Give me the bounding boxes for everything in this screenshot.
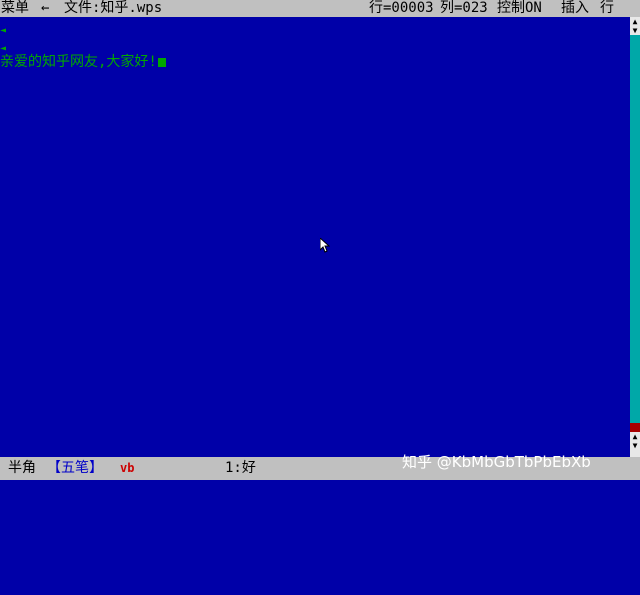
control-indicator: 控制ON [497,0,542,16]
text-cursor [157,58,166,67]
row-indicator: 行=00003 [369,0,434,16]
insert-mode-indicator[interactable]: 插入 [561,0,589,17]
status-bar: 半角 【五笔】 vb 1:好 知乎 @KbMbGbTbPbEbXb [0,453,640,480]
file-name-label: 文件:知乎.wps [64,0,163,16]
text-line-content: 亲爱的知乎网友,大家好! [0,54,157,70]
width-mode-indicator[interactable]: 半角 [8,457,36,480]
mouse-pointer-icon [320,238,330,253]
scroll-up-button[interactable]: ▲ ▼ [630,17,640,35]
line-mode-indicator[interactable]: 行 [600,0,614,17]
text-editor-area[interactable]: ◄ ◄ 亲爱的知乎网友,大家好! [0,17,630,457]
back-arrow-icon[interactable]: ← [41,0,49,17]
menu-bar: 菜单 ← 文件:知乎.wps 行=00003 列=023 控制ON 插入 行 [0,0,640,17]
menu-button[interactable]: 菜单 [1,0,29,17]
column-indicator: 列=023 [440,0,488,16]
vertical-scrollbar[interactable]: ▲ ▼ ▲ ▼ [630,17,640,457]
scroll-down-button[interactable]: ▲ ▼ [630,432,640,457]
watermark-text: 知乎 @KbMbGbTbPbEbXb [402,453,591,471]
candidate-word[interactable]: 1:好 [225,457,256,480]
scroll-thumb[interactable] [630,423,640,432]
ime-code-display: vb [120,461,135,475]
line-marker-icon: ◄ [0,25,7,36]
input-method-indicator[interactable]: 【五笔】 [47,457,103,480]
text-line: 亲爱的知乎网友,大家好! [0,54,166,71]
